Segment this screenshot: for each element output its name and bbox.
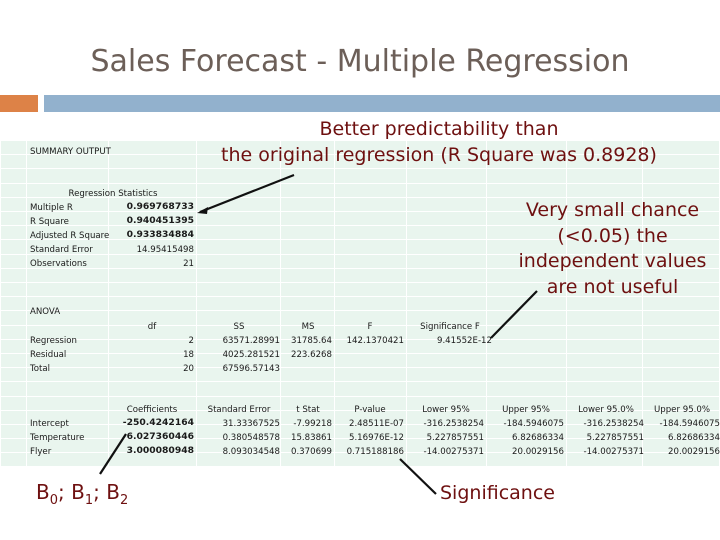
beta-2-label: B [106, 480, 120, 504]
grid-col-line [486, 140, 487, 466]
table-row-label: Observations [30, 259, 87, 269]
table-cell-value: 223.6268 [290, 350, 332, 360]
table-cell-value: 63571.28991 [222, 336, 280, 346]
coef-column-header-upper-95: Upper 95% [502, 405, 550, 415]
table-cell-value: -184.5946075 [659, 419, 720, 429]
table-row-label: Intercept [30, 419, 69, 429]
grid-col-line [0, 140, 1, 466]
table-cell-value: 31.33367525 [222, 419, 280, 429]
regression-statistics-header: Regression Statistics [68, 189, 158, 199]
beta-separator-2: ; [93, 480, 107, 504]
grid-col-line [566, 140, 567, 466]
table-row-label: Temperature [30, 433, 85, 443]
table-cell-value: -14.00275371 [423, 447, 484, 457]
table-row-label: Flyer [30, 447, 52, 457]
coef-column-header-lower-95: Lower 95% [422, 405, 470, 415]
beta-separator-1: ; [58, 480, 72, 504]
table-cell-value: 20.0029156 [668, 447, 720, 457]
grid-col-line [642, 140, 643, 466]
grid-row-line [0, 467, 720, 468]
table-row-label: Residual [30, 350, 67, 360]
coef-column-header-standard-error: Standard Error [207, 405, 271, 415]
table-row-label: Multiple R [30, 203, 73, 213]
table-cell-value: 20.0029156 [512, 447, 564, 457]
accent-bar-orange [0, 95, 38, 112]
table-cell-value: 5.16976E-12 [348, 433, 404, 443]
table-cell-value: -184.5946075 [503, 419, 564, 429]
table-cell-value: -7.99218 [293, 419, 332, 429]
table-cell-value: -14.00275371 [583, 447, 644, 457]
table-cell-value: 6.82686334 [668, 433, 720, 443]
anova-title: ANOVA [30, 307, 61, 317]
beta-0-subscript: 0 [49, 493, 59, 508]
table-row-label: Standard Error [30, 245, 93, 255]
coef-column-header-upper-95-0: Upper 95.0% [653, 405, 711, 415]
spreadsheet-region: SUMMARY OUTPUT Regression Statistics Mul… [0, 140, 720, 482]
table-cell-value: 14.95415498 [136, 245, 194, 255]
page-title: Sales Forecast - Multiple Regression [90, 44, 630, 79]
table-cell-value: -316.2538254 [583, 419, 644, 429]
table-cell-value: 18 [183, 350, 194, 360]
anova-column-header-significance-f: Significance F [420, 322, 480, 332]
table-cell-value: 2 [188, 336, 194, 346]
table-cell-value: 67596.57143 [222, 364, 280, 374]
table-cell-value: 0.940451395 [126, 215, 194, 226]
beta-1-subscript: 1 [84, 493, 94, 508]
table-cell-value: 0.380548578 [222, 433, 280, 443]
grid-col-line [334, 140, 335, 466]
table-cell-value: 20 [183, 364, 194, 374]
table-cell-value: 6.82686334 [512, 433, 564, 443]
grid-col-line [406, 140, 407, 466]
table-cell-value: 3.000080948 [126, 445, 194, 456]
callout-beta-coefficients: B0; B1; B2 [36, 480, 128, 508]
table-cell-value: 31785.64 [290, 336, 332, 346]
table-row-label: Total [30, 364, 51, 374]
anova-column-header-ss: SS [233, 322, 245, 332]
summary-output-label: SUMMARY OUTPUT [30, 147, 111, 157]
table-cell-value: 4025.281521 [222, 350, 280, 360]
anova-column-header-df: df [147, 322, 157, 332]
table-cell-value: 6.027360446 [126, 431, 194, 442]
table-cell-value: 2.48511E-07 [348, 419, 404, 429]
beta-2-subscript: 2 [119, 493, 129, 508]
table-cell-value: 0.715188186 [346, 447, 404, 457]
coef-column-header-lower-95-0: Lower 95.0% [578, 405, 634, 415]
callout-line-1: Better predictability than [319, 118, 559, 140]
table-cell-value: 8.093034548 [222, 447, 280, 457]
table-cell-value: 21 [183, 259, 194, 269]
callout-line-2: the original regression (R Square was 0.… [221, 144, 657, 166]
table-row-label: Adjusted R Square [30, 231, 110, 241]
callout-better-predictability: Better predictability than the original … [158, 116, 720, 168]
coef-column-header-p-value: P-value [354, 405, 386, 415]
grid-col-line [26, 140, 27, 466]
table-cell-value: 0.370699 [290, 447, 332, 457]
coef-column-header-coefficients: Coefficients [126, 405, 178, 415]
anova-column-header-ms: MS [301, 322, 315, 332]
grid-col-line [196, 140, 197, 466]
table-cell-value: 0.933834884 [126, 229, 194, 240]
table-cell-value: 9.41552E-12 [436, 336, 492, 346]
table-cell-value: -316.2538254 [423, 419, 484, 429]
callout-significance: Significance [440, 482, 555, 504]
table-row-label: R Square [30, 217, 69, 227]
table-cell-value: 5.227857551 [426, 433, 484, 443]
table-cell-value: 142.1370421 [346, 336, 404, 346]
grid-col-line [280, 140, 281, 466]
beta-0-label: B [36, 480, 50, 504]
table-cell-value: 5.227857551 [586, 433, 644, 443]
table-cell-value: 15.83861 [290, 433, 332, 443]
beta-1-label: B [71, 480, 85, 504]
table-row-label: Regression [30, 336, 78, 346]
accent-bar-blue [44, 95, 720, 112]
anova-column-header-f: F [367, 322, 373, 332]
table-cell-value: -250.4242164 [122, 417, 194, 428]
callout-very-small-chance: Very small chance (<0.05) the independen… [518, 199, 707, 298]
table-cell-value: 0.969768733 [126, 201, 194, 212]
coef-column-header-t-stat: t Stat [296, 405, 320, 415]
